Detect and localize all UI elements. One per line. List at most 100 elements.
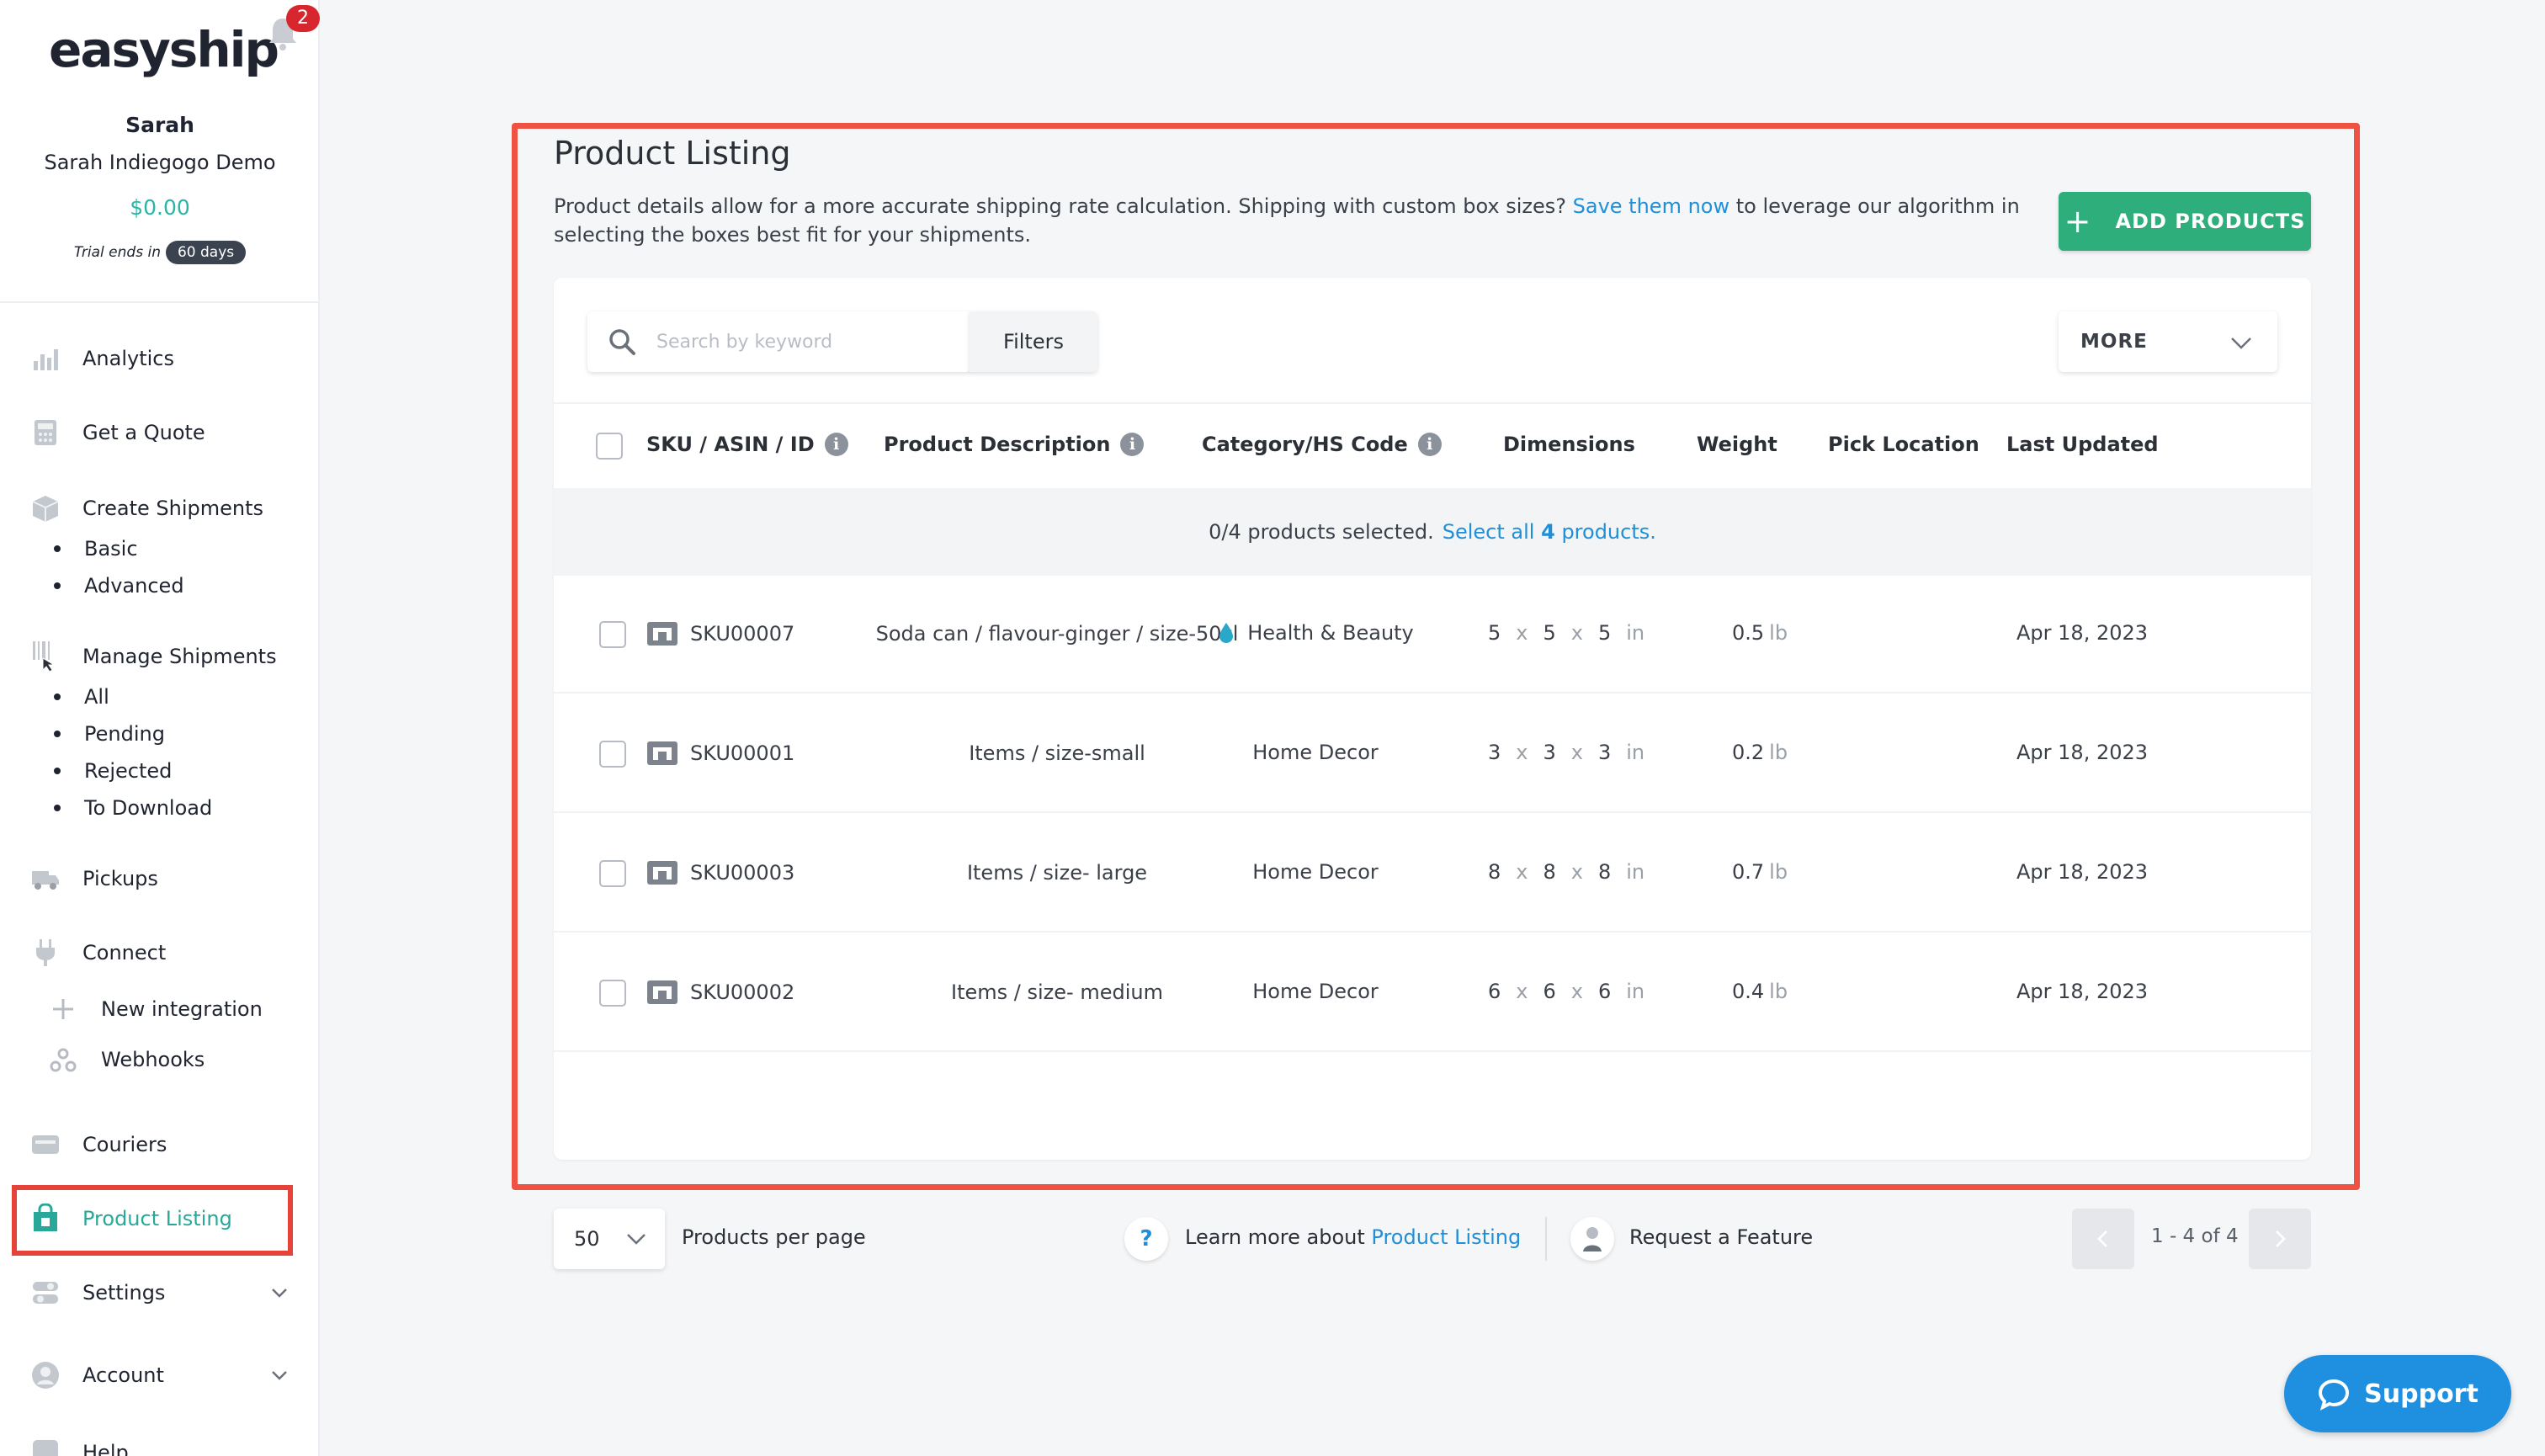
save-boxes-link[interactable]: Save them now [1573,194,1729,218]
notification-badge[interactable]: 2 [286,5,320,32]
sku-cell: SKU00003 [646,860,794,885]
sidebar-item-help[interactable]: Help [30,1432,129,1456]
column-header-category[interactable]: Category/HS Code i [1202,433,1442,456]
dim-unit: in [1626,860,1645,884]
per-page-select[interactable]: 50 [554,1209,665,1269]
select-all-count: 4 [1541,520,1555,544]
sidebar-item-label: Account [82,1363,164,1387]
trial-notice: Trial ends in 60 days [0,241,320,264]
drop-icon [1219,623,1234,643]
sidebar-subitem-pending[interactable]: Pending [54,722,165,746]
sidebar-item-couriers[interactable]: Couriers [30,1124,167,1165]
dim-separator: x [1516,621,1528,645]
weight-cell: 0.5 lb [1732,621,1788,645]
info-icon[interactable]: i [824,433,848,456]
sku-value: SKU00001 [690,741,795,765]
column-header-label: Category/HS Code [1202,433,1408,456]
last-updated-cell: Apr 18, 2023 [2016,621,2149,645]
settings-icon [30,1278,61,1308]
dimensions-cell: 6 x 6 x 6 in [1488,980,1660,1003]
select-all-checkbox[interactable] [596,433,623,460]
sidebar-item-create-shipments[interactable]: Create Shipments [30,488,263,529]
sidebar-item-label: Get a Quote [82,421,205,444]
dimensions-cell: 5 x 5 x 5 in [1488,621,1660,645]
sidebar-item-manage-shipments[interactable]: Manage Shipments [30,636,277,677]
sidebar-item-pickups[interactable]: Pickups [30,858,158,899]
column-header-weight[interactable]: Weight [1697,433,1777,456]
row-checkbox[interactable] [599,860,626,887]
column-header-sku[interactable]: SKU / ASIN / ID i [646,433,848,456]
sidebar-subitem-rejected[interactable]: Rejected [54,759,172,783]
weight-unit: lb [1769,621,1788,645]
sidebar-item-analytics[interactable]: Analytics [30,338,174,379]
search-box [587,311,971,372]
column-header-dimensions[interactable]: Dimensions [1503,433,1635,456]
weight-unit: lb [1769,980,1788,1003]
sidebar-subitem-label: Webhooks [101,1048,205,1071]
learn-more-label: Learn more about [1185,1225,1365,1249]
sidebar-item-label: Manage Shipments [82,645,277,668]
filters-button[interactable]: Filters [970,311,1097,372]
request-feature-link[interactable]: Request a Feature [1629,1225,1813,1249]
row-checkbox[interactable] [599,741,626,768]
sidebar-item-product-listing[interactable]: Product Listing [30,1198,232,1239]
chat-bubble-icon [2319,1379,2350,1411]
chevron-left-icon [2097,1230,2107,1247]
webhook-icon [49,1045,77,1074]
table-row[interactable]: SKU00002 Items / size- medium Home Decor… [554,934,2311,1052]
learn-more-text: Learn more about Product Listing [1185,1225,1521,1249]
select-all-link[interactable]: Select all 4 products. [1443,520,1656,544]
next-page-button[interactable] [2249,1209,2311,1269]
dimensions-cell: 8 x 8 x 8 in [1488,860,1660,884]
page-description: Product details allow for a more accurat… [554,192,2035,249]
sidebar-subitem-new-integration[interactable]: New integration [49,995,263,1023]
column-header-label: SKU / ASIN / ID [646,433,815,456]
sidebar-subitem-to-download[interactable]: To Download [54,796,212,820]
chevron-down-icon [627,1234,646,1245]
sidebar-item-label: Analytics [82,347,174,370]
sidebar-subitem-webhooks[interactable]: Webhooks [49,1045,205,1074]
sidebar-subitem-advanced[interactable]: Advanced [54,574,184,598]
calculator-icon [30,417,61,448]
height-value: 8 [1597,860,1612,884]
row-checkbox[interactable] [599,980,626,1007]
account-balance[interactable]: $0.00 [0,195,320,220]
sidebar-item-get-a-quote[interactable]: Get a Quote [30,412,205,453]
category-cell: Home Decor [1177,860,1454,884]
info-icon[interactable]: i [1417,433,1442,456]
sidebar-subitem-basic[interactable]: Basic [54,537,138,561]
user-icon [30,1360,61,1390]
search-icon [609,329,635,355]
length-value: 3 [1488,741,1501,764]
column-header-last-updated[interactable]: Last Updated [2006,433,2159,456]
previous-page-button[interactable] [2072,1209,2134,1269]
last-updated-cell: Apr 18, 2023 [2016,741,2149,764]
help-question-icon[interactable]: ? [1124,1217,1168,1261]
table-row[interactable]: SKU00003 Items / size- large Home Decor … [554,815,2311,933]
selection-bar: 0/4 products selected. Select all 4 prod… [554,488,2311,576]
column-header-description[interactable]: Product Description i [884,433,1145,456]
info-icon[interactable]: i [1120,433,1145,456]
product-listing-help-link[interactable]: Product Listing [1371,1225,1521,1249]
sidebar-item-label: Help [82,1441,129,1456]
add-products-button[interactable]: + ADD PRODUCTS [2059,192,2311,251]
column-header-pick-location[interactable]: Pick Location [1828,433,1979,456]
support-button[interactable]: Support [2284,1355,2511,1432]
sidebar-item-settings[interactable]: Settings [30,1273,287,1313]
select-all-text: Select all [1442,520,1535,544]
table-row[interactable]: SKU00001 Items / size-small Home Decor 3… [554,695,2311,813]
table-row[interactable]: SKU00007 Soda can / flavour-ginger / siz… [554,576,2311,693]
sidebar-item-label: Pickups [82,867,158,890]
sidebar-item-label: Connect [82,941,167,964]
request-feature-avatar[interactable] [1570,1217,1614,1261]
analytics-icon [30,343,61,374]
width-value: 5 [1543,621,1556,645]
sidebar-subitem-all[interactable]: All [54,685,109,709]
sidebar-item-connect[interactable]: Connect [30,933,166,973]
more-dropdown[interactable]: MORE [2059,311,2277,372]
search-input[interactable] [656,331,943,353]
sku-cell: SKU00001 [646,741,794,766]
row-checkbox[interactable] [599,621,626,648]
sidebar-item-account[interactable]: Account [30,1355,287,1395]
sidebar-item-label: Couriers [82,1133,167,1156]
